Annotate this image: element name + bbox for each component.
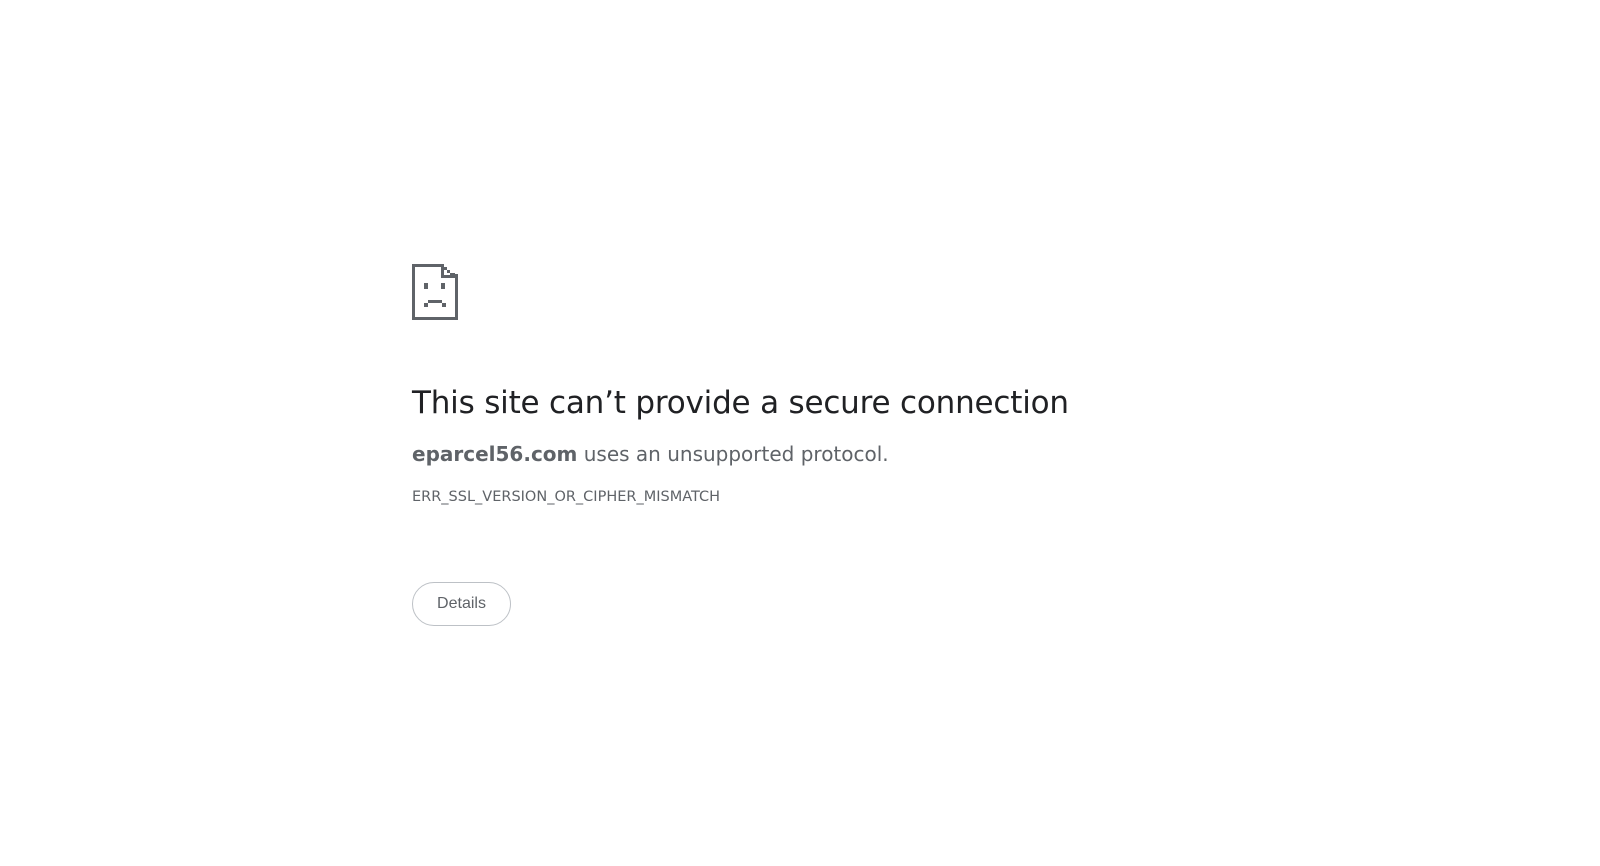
error-summary: eparcel56.com uses an unsupported protoc… bbox=[412, 441, 1172, 467]
sad-page-icon bbox=[412, 264, 458, 320]
error-code: ERR_SSL_VERSION_OR_CIPHER_MISMATCH bbox=[412, 489, 721, 505]
error-message: uses an unsupported protocol. bbox=[577, 442, 889, 466]
host-name: eparcel56.com bbox=[412, 442, 578, 466]
page-title: This site can’t provide a secure connect… bbox=[412, 385, 1069, 421]
error-page: This site can’t provide a secure connect… bbox=[412, 264, 1172, 626]
details-button[interactable]: Details bbox=[412, 582, 511, 626]
